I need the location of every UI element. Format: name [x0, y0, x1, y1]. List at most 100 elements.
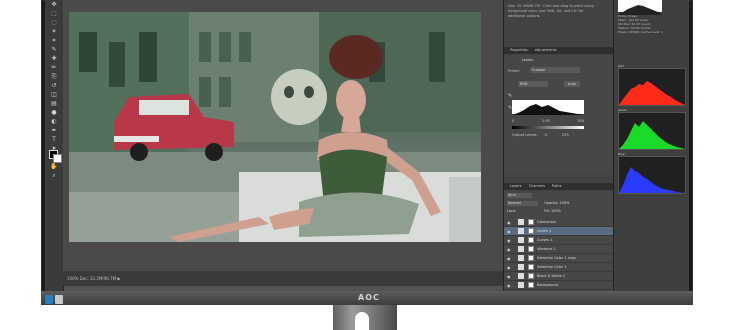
- move-icon[interactable]: ✥: [49, 2, 59, 8]
- eye-icon[interactable]: ◉: [507, 246, 511, 254]
- info-panel-text: Doc: 32.2M/96.7M · Click and drag to pai…: [508, 4, 594, 18]
- histogram-composite: [618, 0, 662, 15]
- eye-icon[interactable]: ◉: [507, 282, 511, 290]
- red-histogram: [618, 68, 686, 106]
- tab-channels[interactable]: Channels: [529, 184, 545, 188]
- lasso-icon[interactable]: ◌: [49, 20, 59, 26]
- input-gamma[interactable]: 1.00: [542, 119, 550, 123]
- eye-icon[interactable]: ◉: [507, 219, 511, 227]
- layer-mask: [528, 237, 534, 243]
- layer-name: Vibrance 1: [537, 247, 556, 251]
- eye-icon[interactable]: ◉: [507, 255, 511, 263]
- layer-mask: [528, 255, 534, 261]
- layer-row[interactable]: ◉ Background: [504, 281, 614, 290]
- output-black[interactable]: 0: [545, 133, 547, 137]
- input-white[interactable]: 255: [577, 119, 584, 123]
- tab-adjustments[interactable]: Adjustments: [535, 48, 557, 52]
- properties-title: Levels: [522, 58, 534, 62]
- magic-wand-icon[interactable]: ✶: [49, 29, 59, 35]
- layer-name: Levels 1: [537, 229, 552, 233]
- eye-icon[interactable]: ◉: [507, 228, 511, 236]
- properties-tabs: Properties Adjustments: [504, 47, 614, 54]
- eraser-icon[interactable]: ◫: [49, 92, 59, 98]
- layer-thumbnail: [518, 255, 524, 261]
- opacity-field[interactable]: Opacity: 100%: [544, 201, 570, 205]
- layer-thumbnail: [518, 219, 524, 225]
- layer-name: Selective Color 1: [537, 265, 567, 269]
- layer-mask: [528, 228, 534, 234]
- eye-icon[interactable]: ◉: [507, 237, 511, 245]
- preset-dropdown[interactable]: Custom: [530, 67, 580, 73]
- layer-mask: [528, 273, 534, 279]
- layer-row[interactable]: ◉ Selective Color 1 copy: [504, 254, 614, 263]
- layer-thumbnail: [518, 273, 524, 279]
- background-color-swatch[interactable]: [53, 154, 62, 163]
- crop-icon[interactable]: ⌗: [49, 38, 59, 44]
- layer-row[interactable]: ◉ Vibrance 1: [504, 245, 614, 254]
- layers-panel: Kind Normal Opacity: 100% Lock: Fill: 10…: [504, 191, 614, 291]
- levels-histogram: [512, 100, 584, 115]
- layer-name: Background: [537, 283, 558, 287]
- output-gradient[interactable]: [512, 126, 584, 129]
- eye-icon[interactable]: ◉: [507, 264, 511, 272]
- tab-layers[interactable]: Layers: [510, 184, 522, 188]
- healing-icon[interactable]: ✚: [49, 56, 59, 62]
- layer-row[interactable]: ◉ Black & White 1: [504, 272, 614, 281]
- eyedropper-icon[interactable]: ✎: [49, 47, 59, 53]
- layer-thumbnail: [518, 264, 524, 270]
- blue-histogram: [618, 156, 686, 194]
- layer-name: Curves 1: [537, 238, 553, 242]
- lock-label: Lock:: [507, 209, 517, 213]
- dodge-icon[interactable]: ◐: [49, 119, 59, 125]
- layer-name: Glamorous: [537, 220, 556, 224]
- pen-icon[interactable]: ✒: [49, 128, 59, 134]
- fill-field[interactable]: Fill: 100%: [544, 209, 561, 213]
- histogram-stats: Entire Image Mean: 101.53 Level: Std Dev…: [618, 14, 688, 34]
- layer-row[interactable]: ◉ Glamorous: [504, 218, 614, 227]
- output-white[interactable]: 255: [562, 133, 569, 137]
- input-levels: 0 1.00 255: [512, 119, 584, 123]
- layer-name: Selective Color 1 copy: [537, 256, 577, 260]
- layer-name: Black & White 1: [537, 274, 565, 278]
- brush-icon[interactable]: ✏: [49, 65, 59, 71]
- layer-row[interactable]: ◉ Curves 1: [504, 236, 614, 245]
- photoshop-window: ✥⬚◌✶⌗✎✚✏⎘↺◫▤●◐✒T➤▭✋⌕: [45, 0, 689, 291]
- histogram-stat: Pixels: 295681 Cache Level: 1: [618, 30, 663, 34]
- stamp-icon[interactable]: ⎘: [49, 74, 59, 80]
- tab-paths[interactable]: Paths: [552, 184, 562, 188]
- layer-row[interactable]: ◉ Levels 1: [504, 227, 614, 236]
- histogram-panel: Entire Image Mean: 101.53 Level: Std Dev…: [613, 0, 689, 291]
- gradient-icon[interactable]: ▤: [49, 101, 59, 107]
- output-label: Output Levels:: [512, 133, 538, 137]
- history-brush-icon[interactable]: ↺: [49, 83, 59, 89]
- eyedropper-icon[interactable]: ✎: [508, 93, 512, 99]
- layer-mask: [528, 219, 534, 225]
- eye-icon[interactable]: ◉: [507, 273, 511, 281]
- layer-row[interactable]: ◉ Selective Color 1: [504, 263, 614, 272]
- hand-icon[interactable]: ✋: [49, 164, 59, 170]
- tool-bar: ✥⬚◌✶⌗✎✚✏⎘↺◫▤●◐✒T➤▭✋⌕: [45, 0, 64, 291]
- layer-mask: [528, 282, 534, 288]
- zoom-icon[interactable]: ⌕: [49, 173, 59, 179]
- layer-thumbnail: [518, 237, 524, 243]
- type-icon[interactable]: T: [49, 137, 59, 143]
- layer-mask: [528, 246, 534, 252]
- output-levels-row: Output Levels: 0 255: [512, 133, 592, 137]
- monitor-brand-logo: AOC: [358, 293, 380, 302]
- tab-properties[interactable]: Properties: [510, 48, 528, 52]
- channel-dropdown[interactable]: RGB: [518, 81, 548, 87]
- intel-sticker: [45, 295, 53, 304]
- auto-button[interactable]: Auto: [564, 81, 580, 87]
- photo-canvas[interactable]: [69, 12, 481, 242]
- input-black[interactable]: 0: [512, 119, 514, 123]
- marquee-icon[interactable]: ⬚: [49, 11, 59, 17]
- layer-thumbnail: [518, 246, 524, 252]
- layer-thumbnail: [518, 282, 524, 288]
- energy-sticker: [55, 295, 63, 304]
- blend-mode-dropdown[interactable]: Normal: [507, 201, 538, 206]
- green-histogram: [618, 112, 686, 150]
- layer-filter-kind[interactable]: Kind: [507, 193, 532, 198]
- document-canvas-area: 100% Doc: 32.2M/96.7M ▶: [63, 0, 503, 286]
- blur-icon[interactable]: ●: [49, 110, 59, 116]
- properties-panel: Levels Preset: Custom RGB Auto ✎ ✎: [504, 55, 614, 175]
